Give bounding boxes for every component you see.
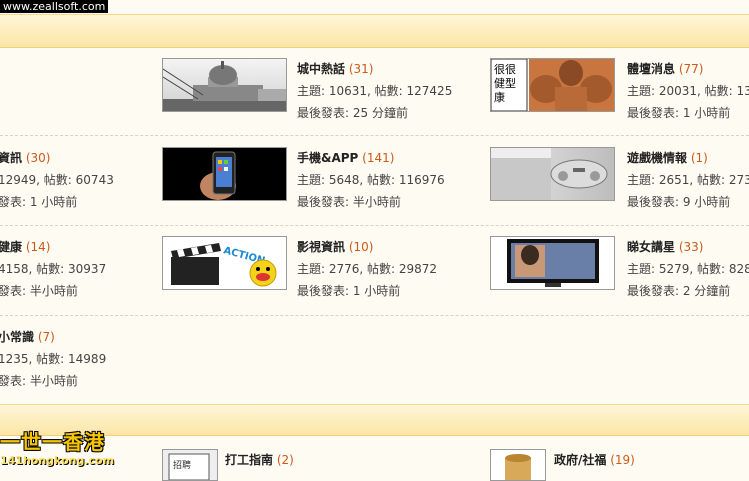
cup-icon <box>505 454 531 480</box>
forum-thumb-mobile[interactable] <box>162 147 287 201</box>
forum-title[interactable]: 小常識 <box>0 330 34 344</box>
forum-last-post[interactable]: 最後發表: 9 小時前 <box>627 191 749 213</box>
logo-domain: 141hongkong.com <box>0 454 115 467</box>
forum-title[interactable]: 打工指南 <box>225 453 273 467</box>
category-header-band-2 <box>0 404 749 436</box>
forum-stats: 主題: 5648, 帖數: 116976 <box>297 173 445 187</box>
forum-thumb-jobs[interactable]: 招聘 <box>162 449 218 481</box>
svg-text:健型: 健型 <box>494 76 516 90</box>
forum-health[interactable]: 健康 (14) 4158, 帖數: 30937 發表: 半小時前 <box>0 236 106 302</box>
row-divider <box>0 225 749 226</box>
svg-text:很很: 很很 <box>494 62 516 76</box>
today-count: (14) <box>25 240 51 254</box>
forum-last-post[interactable]: 最後發表: 1 小時前 <box>627 102 749 124</box>
forum-stats: 主題: 5279, 帖數: 828 <box>627 262 749 276</box>
building-dome-icon <box>163 61 286 111</box>
forum-sports[interactable]: 體壇消息 (77) 主題: 20031, 帖數: 13 最後發表: 1 小時前 <box>627 58 749 124</box>
today-count: (77) <box>678 62 704 76</box>
forum-tech-info[interactable]: 資訊 (30) 12949, 帖數: 60743 發表: 1 小時前 <box>0 147 114 213</box>
forum-jobs[interactable]: 打工指南 (2) <box>225 449 294 471</box>
smartphone-icon <box>163 148 286 200</box>
forum-government[interactable]: 政府/社福 (19) <box>554 449 635 471</box>
forum-celebrities[interactable]: 睇女講星 (33) 主題: 5279, 帖數: 828 最後發表: 2 分鐘前 <box>627 236 749 302</box>
today-count: (141) <box>362 151 395 165</box>
forum-last-post[interactable]: 發表: 半小時前 <box>0 280 106 302</box>
forum-stats: 4158, 帖數: 30937 <box>0 262 107 276</box>
forum-title[interactable]: 睇女講星 <box>627 240 675 254</box>
today-count: (19) <box>610 453 635 467</box>
forum-thumb-government[interactable] <box>490 449 546 481</box>
forum-title[interactable]: 體壇消息 <box>627 62 675 76</box>
today-count: (7) <box>37 330 55 344</box>
forum-thumb-sports[interactable]: 很很 健型 康 <box>490 58 615 112</box>
forum-stats: 主題: 20031, 帖數: 13 <box>627 84 749 98</box>
forum-title[interactable]: 政府/社福 <box>554 453 606 467</box>
forum-stats: 主題: 10631, 帖數: 127425 <box>297 84 453 98</box>
row-divider <box>0 135 749 136</box>
forum-stats: 12949, 帖數: 60743 <box>0 173 114 187</box>
today-count: (10) <box>348 240 374 254</box>
job-notice-label: 招聘 <box>173 459 191 471</box>
job-notice-icon: 招聘 <box>168 453 210 480</box>
forum-title[interactable]: 影視資訊 <box>297 240 345 254</box>
forum-thumb-games[interactable] <box>490 147 615 201</box>
forum-stats: 1235, 帖數: 14989 <box>0 352 107 366</box>
forum-games[interactable]: 遊戲機情報 (1) 主題: 2651, 帖數: 273 最後發表: 9 小時前 <box>627 147 749 213</box>
today-count: (2) <box>276 453 294 467</box>
today-count: (33) <box>678 240 704 254</box>
forum-movies[interactable]: 影視資訊 (10) 主題: 2776, 帖數: 29872 最後發表: 1 小時… <box>297 236 437 302</box>
forum-thumb-city-news[interactable] <box>162 58 287 112</box>
forum-title[interactable]: 遊戲機情報 <box>627 151 687 165</box>
forum-thumb-movies[interactable]: ACTION <box>162 236 287 290</box>
forum-last-post[interactable]: 最後發表: 2 分鐘前 <box>627 280 749 302</box>
category-header-band <box>0 14 749 48</box>
forum-last-post[interactable]: 最後發表: 1 小時前 <box>297 280 437 302</box>
forum-last-post[interactable]: 發表: 1 小時前 <box>0 191 114 213</box>
forum-title[interactable]: 城中熱話 <box>297 62 345 76</box>
television-icon <box>491 237 614 289</box>
game-controller-icon <box>491 148 608 200</box>
forum-thumb-celebrities[interactable] <box>490 236 615 290</box>
watermark: www.zeallsoft.com <box>0 0 109 13</box>
forum-title[interactable]: 健康 <box>0 240 22 254</box>
today-count: (1) <box>690 151 708 165</box>
clapperboard-icon: ACTION <box>163 237 286 289</box>
row-divider <box>0 315 749 316</box>
forum-stats: 主題: 2776, 帖數: 29872 <box>297 262 438 276</box>
forum-city-news[interactable]: 城中熱話 (31) 主題: 10631, 帖數: 127425 最後發表: 25… <box>297 58 452 124</box>
forum-last-post[interactable]: 發表: 半小時前 <box>0 370 106 392</box>
forum-mobile-app[interactable]: 手機&APP (141) 主題: 5648, 帖數: 116976 最後發表: … <box>297 147 445 213</box>
muscle-man-icon: 很很 健型 康 <box>491 59 614 111</box>
logo-text: 一世一香港 <box>0 430 105 454</box>
today-count: (31) <box>348 62 374 76</box>
forum-stats: 主題: 2651, 帖數: 273 <box>627 173 749 187</box>
forum-last-post[interactable]: 最後發表: 25 分鐘前 <box>297 102 452 124</box>
site-logo[interactable]: 一世一香港 141hongkong.com <box>0 426 114 467</box>
forum-title[interactable]: 資訊 <box>0 151 22 165</box>
forum-tips[interactable]: 小常識 (7) 1235, 帖數: 14989 發表: 半小時前 <box>0 326 106 392</box>
svg-text:康: 康 <box>494 90 505 104</box>
forum-last-post[interactable]: 最後發表: 半小時前 <box>297 191 445 213</box>
forum-title[interactable]: 手機&APP <box>297 151 358 165</box>
today-count: (30) <box>25 151 51 165</box>
